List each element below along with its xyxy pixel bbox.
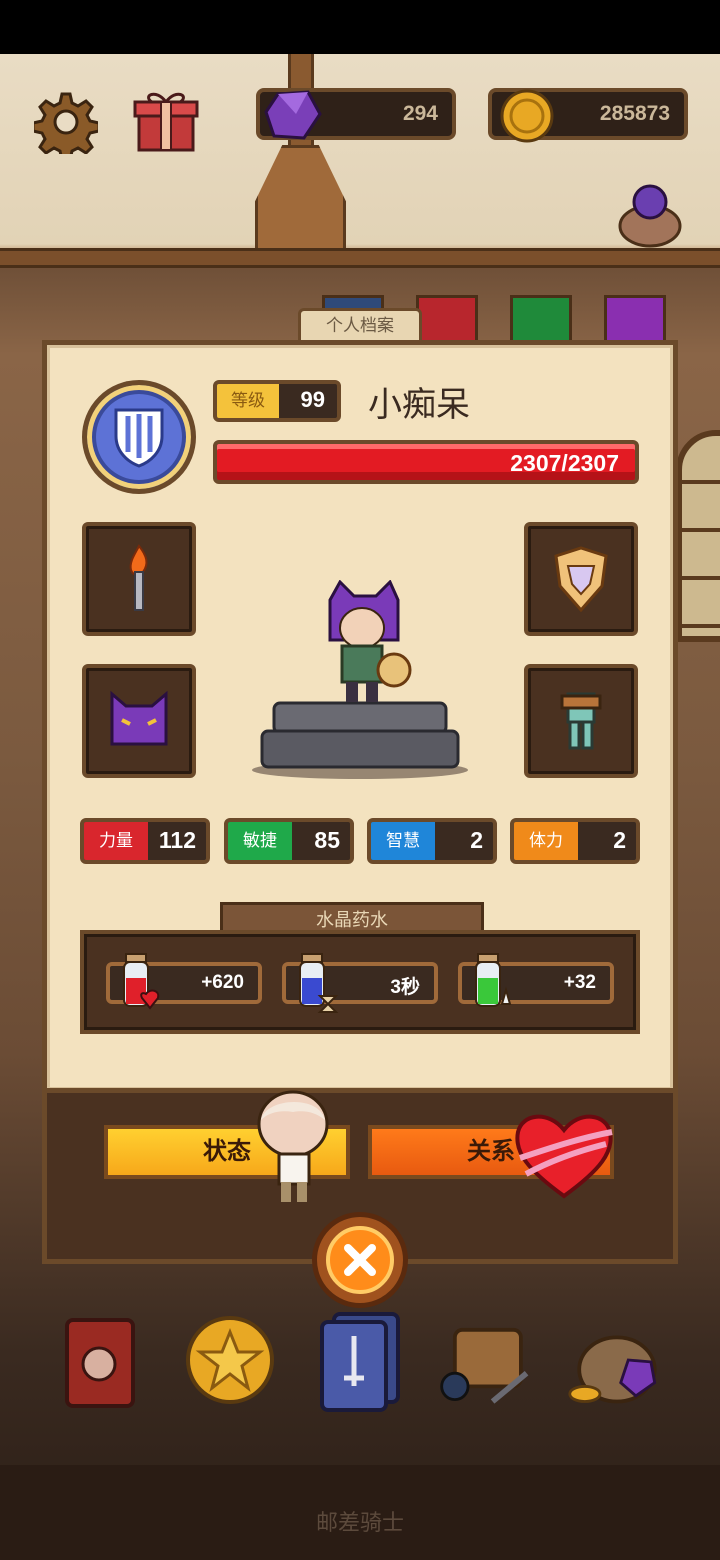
coin-counter[interactable]: 285873 <box>488 88 688 143</box>
level-value: 99 <box>300 387 325 412</box>
hp-value: 2307/2307 <box>510 450 619 476</box>
blue-hourglass-potion-icon <box>299 953 339 1013</box>
close-button[interactable] <box>312 1212 408 1308</box>
stat-strength: 力量 112 <box>80 818 210 864</box>
star-coin-menu-icon[interactable] <box>180 1305 280 1415</box>
equip-slot-armor[interactable] <box>524 664 638 778</box>
tab-flag-green[interactable] <box>510 295 572 345</box>
stat-strength-value: 112 <box>158 827 196 853</box>
equip-slot-helmet[interactable] <box>82 664 196 778</box>
gold-coin-icon <box>500 89 554 143</box>
red-heart-potion-icon <box>123 953 160 1010</box>
hp-bar: 2307/2307 <box>213 440 639 484</box>
treasure-sack-menu-icon[interactable] <box>566 1305 666 1415</box>
magic-pouch-icon[interactable] <box>614 180 686 248</box>
stat-wisdom-label: 智慧 <box>371 822 435 860</box>
footer-title: 邮差骑士 <box>315 1510 404 1535</box>
book-menu-icon[interactable] <box>50 1305 150 1415</box>
tab-flag-purple[interactable] <box>604 295 666 345</box>
equip-slot-shield[interactable] <box>524 522 638 636</box>
level-label: 等级 <box>217 384 279 418</box>
stat-stamina: 体力 2 <box>510 818 640 864</box>
gem-count: 294 <box>402 102 438 125</box>
equip-slot-weapon[interactable] <box>82 522 196 636</box>
tunic-armor-icon <box>560 692 602 750</box>
torch-icon <box>129 544 148 611</box>
stat-wisdom: 智慧 2 <box>367 818 497 864</box>
system-status-bar <box>0 0 720 54</box>
close-icon <box>326 1226 394 1294</box>
ornate-shield-icon <box>554 546 608 613</box>
potion-attack-value: +32 <box>563 972 596 993</box>
coin-count: 285873 <box>599 102 670 125</box>
stat-agility-label: 敏捷 <box>228 822 292 860</box>
stat-stamina-label: 体力 <box>514 822 578 860</box>
gem-counter[interactable]: 294 <box>256 88 456 140</box>
purple-cat-hood-icon <box>110 690 168 746</box>
purple-gem-icon <box>264 90 322 140</box>
potion-duration-value: 3秒 <box>390 977 420 998</box>
stat-stamina-value: 2 <box>613 827 626 853</box>
stat-agility: 敏捷 85 <box>224 818 354 864</box>
character-name: 小痴呆 <box>368 386 470 424</box>
class-emblem-icon <box>82 380 196 494</box>
stat-agility-value: 85 <box>314 827 340 853</box>
tab-profile[interactable]: 个人档案 <box>298 308 422 344</box>
settings-gear-icon[interactable] <box>32 88 100 156</box>
level-badge: 等级 99 <box>213 380 341 422</box>
gift-box-icon[interactable] <box>132 86 200 154</box>
stat-strength-label: 力量 <box>84 822 148 860</box>
inventory-bag-menu-icon[interactable] <box>436 1305 536 1415</box>
potion-health-value: +620 <box>201 972 244 993</box>
stat-wisdom-value: 2 <box>470 827 483 853</box>
heart-relation-icon <box>515 1114 613 1199</box>
stone-pedestal <box>252 701 468 779</box>
tab-flag-red[interactable] <box>416 295 478 345</box>
wooden-shelf <box>0 248 720 268</box>
companion-character-sprite <box>257 1090 329 1202</box>
room-window <box>676 430 720 642</box>
hero-character-sprite <box>328 580 412 702</box>
green-sword-potion-icon <box>475 953 512 1007</box>
card-deck-menu-icon[interactable] <box>310 1305 410 1415</box>
